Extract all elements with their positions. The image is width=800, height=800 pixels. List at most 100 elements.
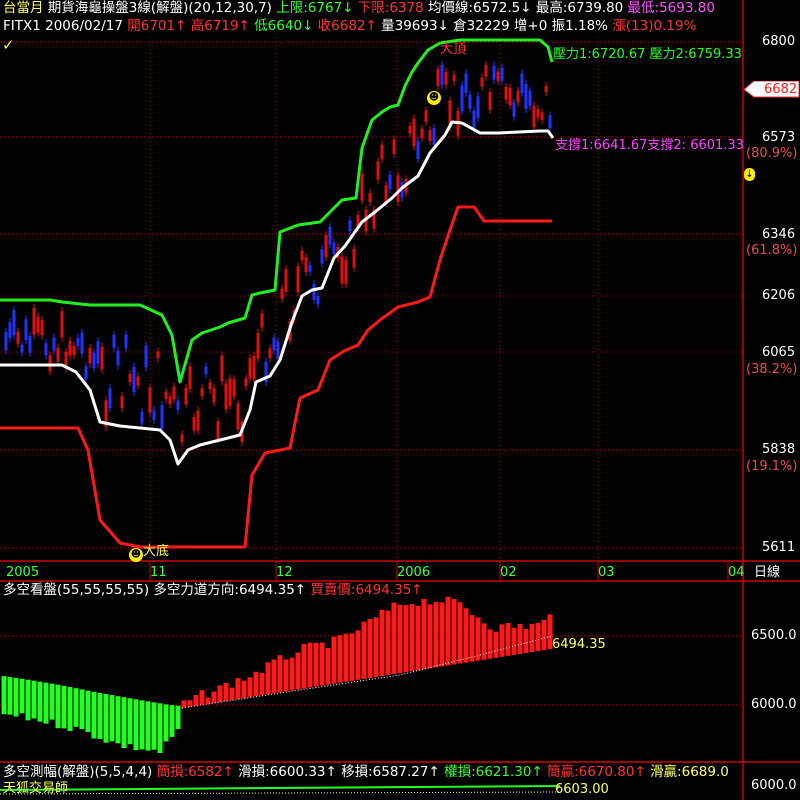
candle-body [116, 350, 120, 366]
moving-stop: 移損:6587.27↑ [341, 764, 440, 780]
candle-body [252, 355, 256, 380]
osc-bar-positive [415, 605, 421, 671]
candle-body [312, 283, 316, 301]
candle-body [124, 334, 128, 349]
candle-body [380, 144, 384, 160]
candle-body [216, 421, 220, 439]
candle-body [324, 234, 328, 257]
price-tick: 5838 [762, 442, 796, 457]
candle-body [464, 73, 468, 93]
candle-body [340, 256, 344, 284]
candle-body [80, 332, 84, 354]
candle-body [544, 86, 548, 93]
candle-body [92, 352, 96, 369]
osc-bar-negative [13, 677, 19, 717]
candle-body [220, 355, 224, 382]
candle-body [236, 403, 240, 430]
candle-body [8, 322, 12, 339]
top-smiley-icon: ☻ [427, 91, 441, 105]
candle-body [300, 250, 304, 261]
osc-bar-negative [91, 691, 97, 739]
candle-body [272, 337, 276, 351]
osc-bar-negative [67, 687, 73, 731]
candle-body [504, 86, 508, 100]
upper-limit-line [0, 38, 554, 384]
candle-body [352, 248, 356, 268]
candle-body [164, 391, 168, 399]
candle-body [228, 378, 232, 406]
candle-body [132, 366, 136, 393]
candle-body [12, 310, 16, 336]
osc-bar-positive [463, 608, 469, 663]
osc-bar-negative [61, 685, 67, 729]
candle-body [476, 96, 480, 118]
osc-bar-positive [523, 628, 529, 653]
osc-bar-positive [199, 690, 205, 705]
candle-body [260, 313, 264, 328]
sliding-win: 滑贏:6689.0 [650, 764, 729, 780]
candle-body [40, 320, 44, 336]
osc-bar-positive [235, 678, 241, 700]
candle-body [284, 269, 288, 292]
osc-bar-positive [211, 691, 217, 703]
top-label: 大頂 [440, 42, 467, 57]
period-label: 日線 [754, 565, 781, 580]
osc-bar-positive [397, 604, 403, 674]
checkmark-icon: ✓ [2, 36, 15, 54]
osc-bar-positive [205, 697, 211, 704]
osc-bar-negative [79, 689, 85, 730]
candle-body [192, 417, 196, 431]
price-tick: 6573 [762, 130, 796, 145]
candle-body [304, 257, 308, 273]
osc-bar-negative [85, 690, 91, 733]
candle-body [244, 378, 248, 387]
candle-body [412, 118, 416, 147]
price-tick: 6065 [762, 345, 796, 360]
candle-body [480, 77, 484, 87]
osc-bar-positive [361, 621, 367, 679]
date-tick: 02 [500, 565, 517, 580]
osc-bar-positive [493, 631, 499, 658]
candle-body [48, 355, 52, 372]
bottom-yellow-line [0, 791, 561, 795]
osc-bar-positive [355, 630, 361, 680]
candle-body [188, 366, 192, 389]
candle-body [320, 249, 324, 264]
candle-body [424, 110, 428, 122]
osc-bar-positive [457, 602, 463, 664]
current-price-marker: 6682 [744, 81, 800, 98]
osc-bar-positive [439, 602, 445, 667]
osc-bar-negative [109, 695, 115, 742]
osc-bar-negative [127, 698, 133, 745]
candle-body [88, 347, 92, 364]
date-tick: 2005 [6, 565, 40, 580]
simple-stop: 簡損:6582↑ [156, 764, 234, 780]
osc-bar-positive [283, 659, 289, 692]
osc-bar-positive [265, 662, 271, 695]
candle-body [444, 71, 448, 85]
candle-body [524, 83, 528, 109]
candle-body [44, 343, 48, 356]
candle-body [420, 128, 424, 139]
candle-body [452, 74, 456, 81]
date-tick: 11 [150, 565, 167, 580]
osc-bar-positive [433, 601, 439, 668]
osc-panel-title: 多空看盤(55,55,55,55) 多空力道方向:6494.35↑ 買賣價:64… [3, 583, 423, 598]
osc-bar-positive [469, 614, 475, 662]
osc-bar-positive [289, 657, 295, 691]
osc-bar-positive [253, 671, 259, 697]
osc-bar-positive [295, 652, 301, 690]
candle-body [268, 348, 272, 359]
osc-bar-positive [379, 609, 385, 676]
range-title: 多空測幅(解盤)(5,5,4,4) [3, 764, 153, 780]
osc-bar-negative [163, 704, 169, 742]
price-chart[interactable] [0, 0, 800, 800]
candle-body [416, 141, 420, 160]
osc-bar-positive [529, 623, 535, 652]
osc-bar-positive [541, 619, 547, 651]
osc-value-label: 6494.35 [552, 637, 606, 652]
osc-bar-positive [271, 659, 277, 694]
osc-bar-positive [223, 683, 229, 701]
osc-bar-negative [175, 705, 181, 730]
osc-title: 多空看盤(55,55,55,55) [3, 582, 150, 598]
